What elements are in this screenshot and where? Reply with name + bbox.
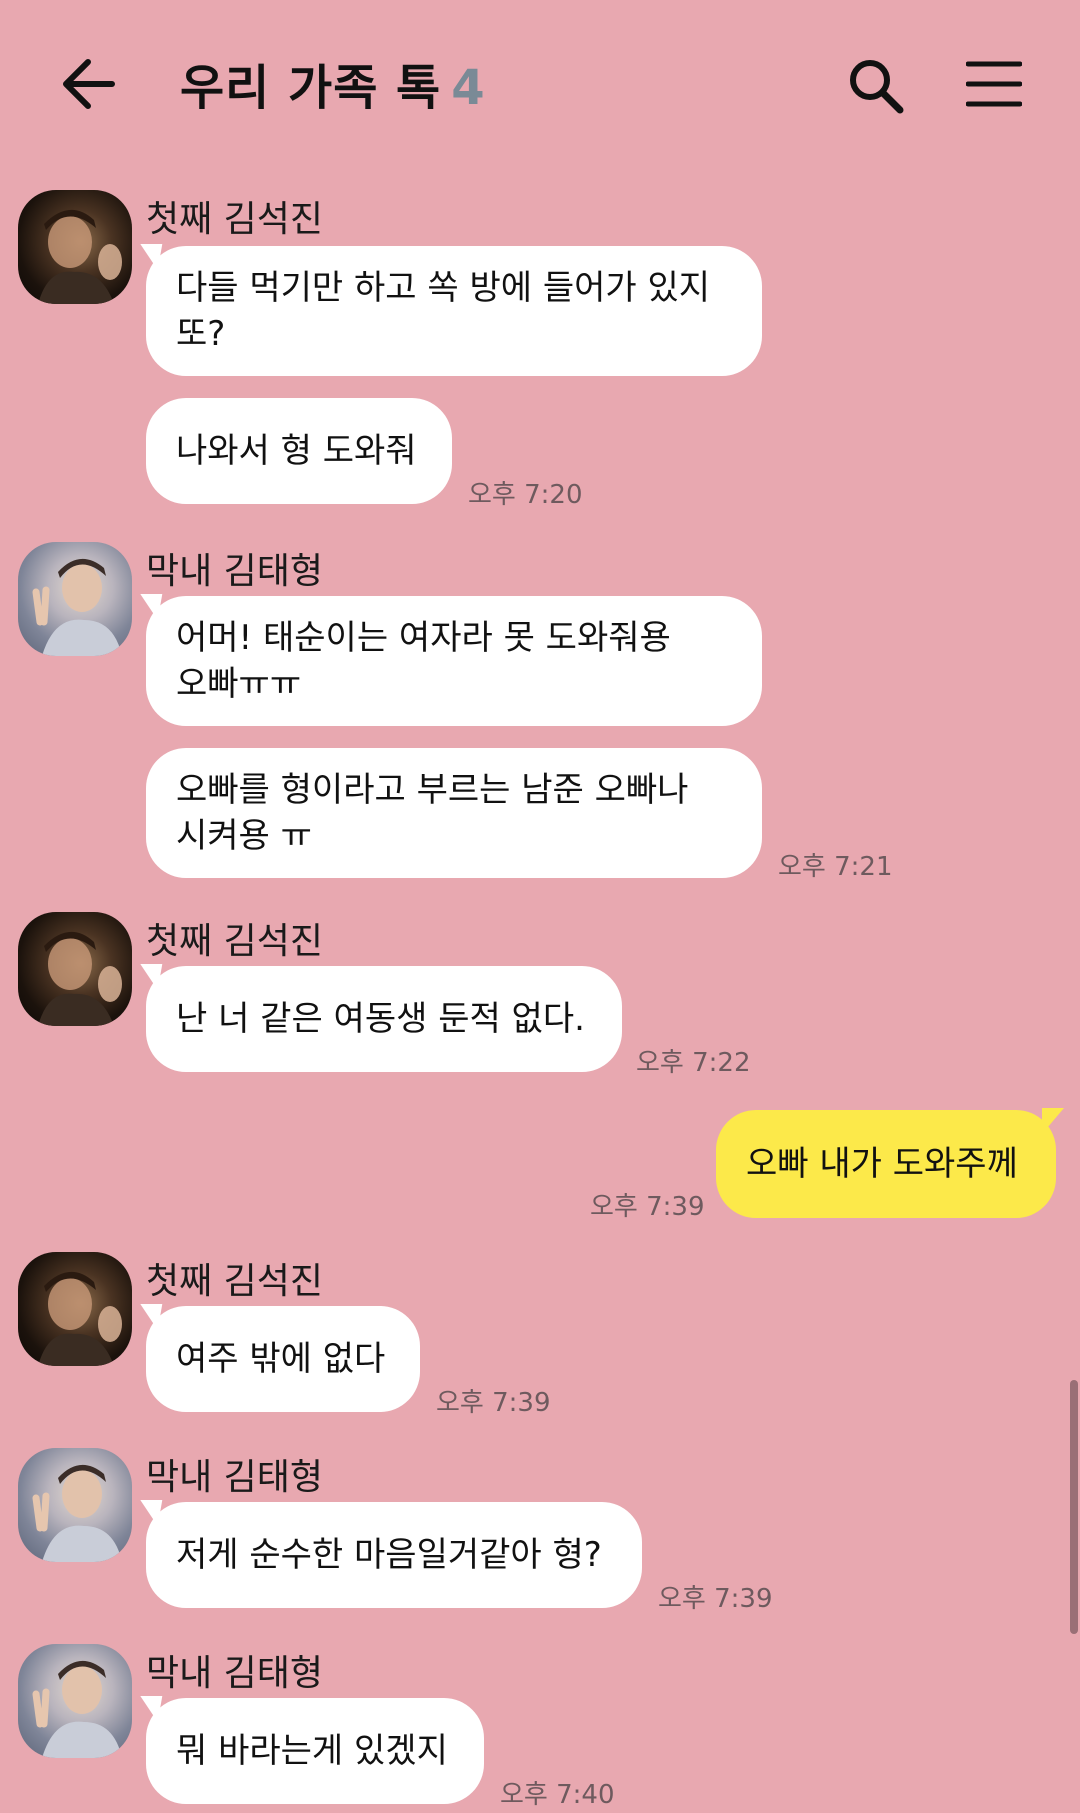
sender-name: 첫째 김석진 <box>146 921 324 962</box>
sender-name: 첫째 김석진 <box>146 1261 324 1302</box>
message-bubble[interactable]: 저게 순수한 마음일거같아 형? <box>146 1502 642 1608</box>
message-time: 오후 7:39 <box>658 1584 773 1614</box>
arrow-left-icon <box>63 59 115 109</box>
search-icon <box>850 60 904 114</box>
avatar[interactable] <box>18 190 132 304</box>
profile-photo <box>38 1271 122 1366</box>
scrollbar[interactable] <box>1070 1380 1078 1634</box>
message-bubble[interactable]: 오빠를 형이라고 부르는 남준 오빠나 시켜용 ㅠ <box>146 748 762 878</box>
sender-name: 막내 김태형 <box>146 1653 324 1694</box>
message-time: 오후 7:21 <box>778 852 893 882</box>
message-time: 오후 7:40 <box>500 1780 615 1810</box>
search-button[interactable] <box>846 56 906 116</box>
profile-photo <box>38 931 122 1026</box>
sender-name: 첫째 김석진 <box>146 199 324 240</box>
back-button[interactable] <box>58 56 118 112</box>
sender-name: 막내 김태형 <box>146 1457 324 1498</box>
message-bubble[interactable]: 여주 밖에 없다 <box>146 1306 420 1412</box>
message-bubble[interactable]: 난 너 같은 여동생 둔적 없다. <box>146 966 622 1072</box>
chat-title: 우리 가족 톡4 <box>180 48 486 118</box>
avatar[interactable] <box>18 912 132 1026</box>
avatar[interactable] <box>18 1448 132 1562</box>
message-bubble[interactable]: 어머! 태순이는 여자라 못 도와줘용 오빠ㅠㅠ <box>146 596 762 726</box>
avatar[interactable] <box>18 1644 132 1758</box>
profile-photo <box>38 209 122 304</box>
chat-room-name: 우리 가족 톡 <box>180 60 442 116</box>
profile-photo <box>32 1660 122 1758</box>
message-time: 오후 7:20 <box>468 480 583 510</box>
message-time: 오후 7:22 <box>636 1048 751 1078</box>
chat-header: 우리 가족 톡4 <box>0 0 1080 170</box>
avatar[interactable] <box>18 1252 132 1366</box>
hamburger-menu-icon <box>965 61 1023 107</box>
message-time: 오후 7:39 <box>590 1192 705 1222</box>
message-bubble[interactable]: 나와서 형 도와줘 <box>146 398 452 504</box>
avatar[interactable] <box>18 542 132 656</box>
sender-name: 막내 김태형 <box>146 551 324 592</box>
profile-photo <box>32 558 122 656</box>
profile-photo <box>32 1464 122 1562</box>
message-time: 오후 7:39 <box>436 1388 551 1418</box>
my-message-bubble[interactable]: 오빠 내가 도와주께 <box>716 1108 1064 1218</box>
menu-button[interactable] <box>965 60 1023 108</box>
member-count: 4 <box>451 60 486 116</box>
message-bubble[interactable]: 뭐 바라는게 있겠지 <box>146 1698 484 1804</box>
message-bubble[interactable]: 다들 먹기만 하고 쏙 방에 들어가 있지 또? <box>146 246 762 376</box>
